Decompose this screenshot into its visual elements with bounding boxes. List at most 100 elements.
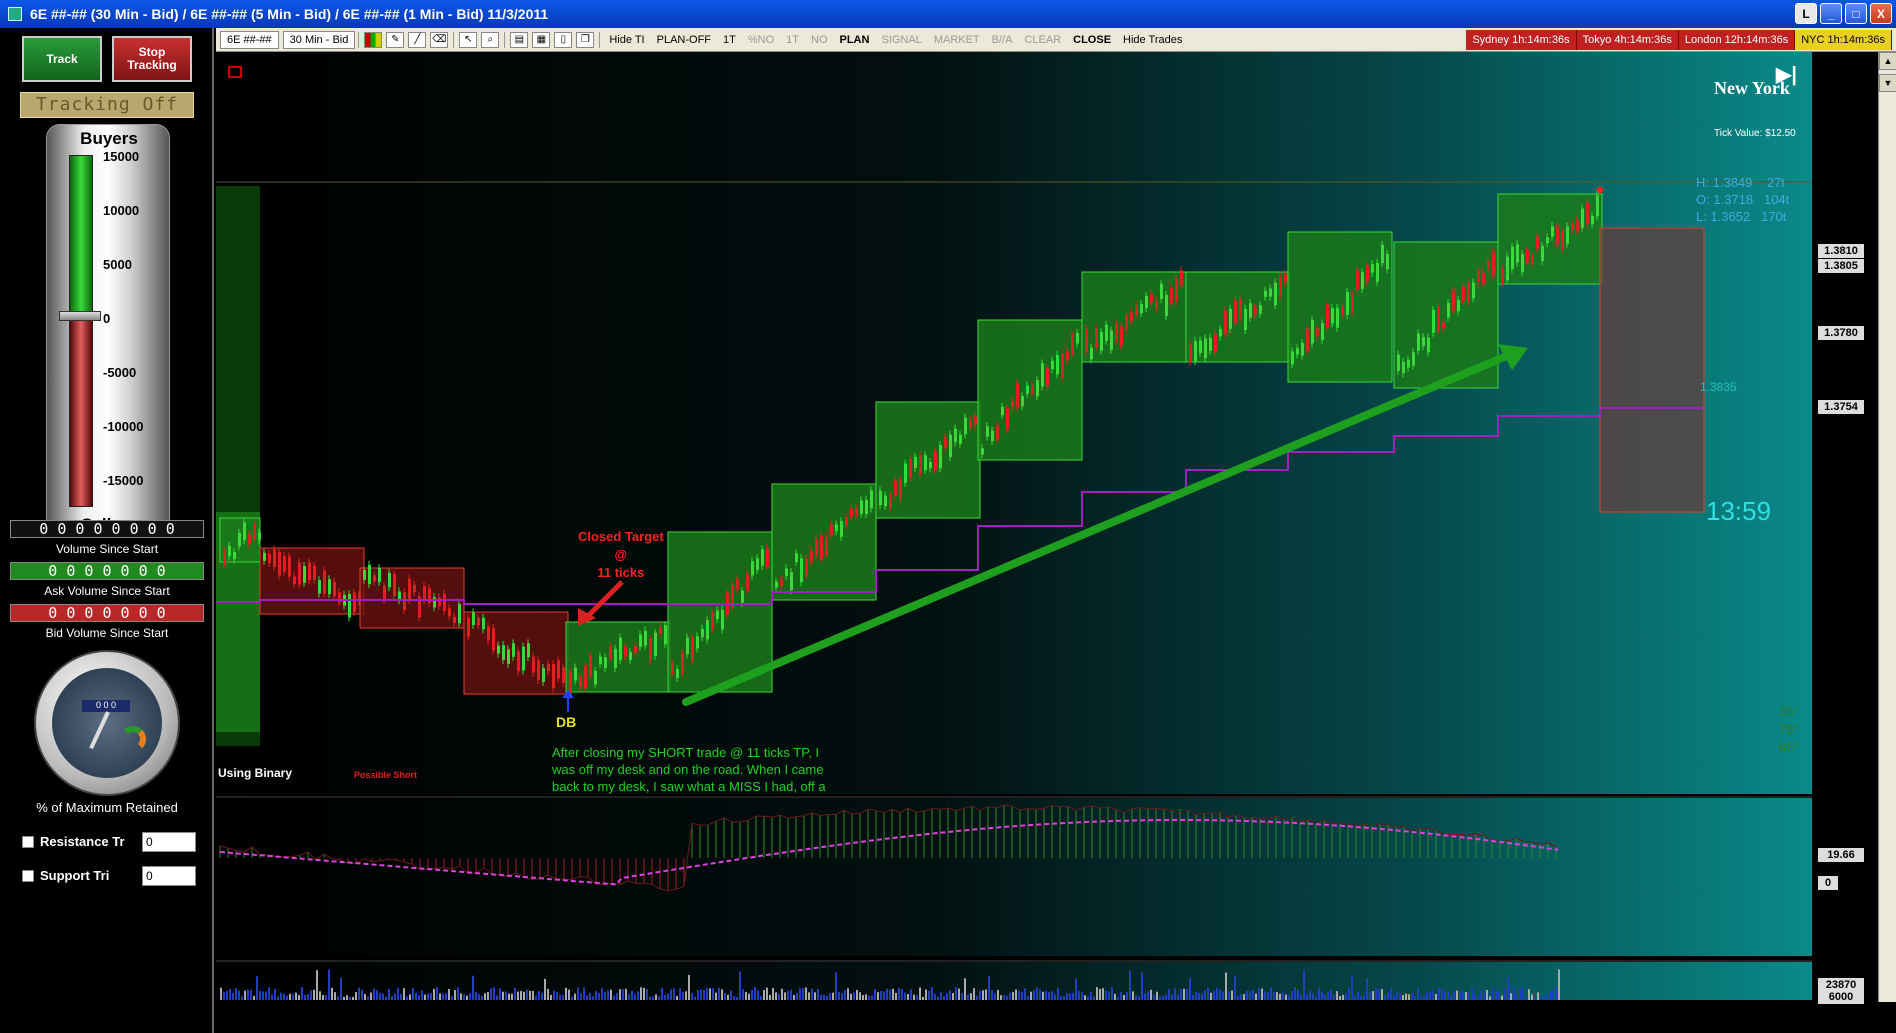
- volume-bar: [937, 996, 939, 1000]
- volume-bar: [1282, 992, 1284, 1000]
- toolbar-command[interactable]: CLOSE: [1067, 30, 1117, 50]
- candle-body: [1105, 324, 1108, 341]
- chart-layout-icon[interactable]: ▤: [510, 31, 529, 48]
- toolbar-command[interactable]: 1T: [717, 30, 742, 50]
- volume-bar: [1003, 995, 1005, 1000]
- volume-bar: [616, 993, 618, 1000]
- volume-bar: [391, 996, 393, 1000]
- candle-body: [353, 592, 356, 613]
- support-trendline-toggle[interactable]: Support Tri: [22, 868, 109, 883]
- chart-copy-icon[interactable]: ❐: [576, 31, 595, 48]
- toolbar-command[interactable]: PLAN-OFF: [651, 30, 717, 50]
- eraser-icon[interactable]: ⌫: [430, 31, 449, 48]
- target-arrow: [584, 580, 624, 620]
- volume-bar: [1348, 987, 1350, 1000]
- candle-body: [1110, 330, 1113, 350]
- price-chart[interactable]: ▶| New York Tick Value: $12.50 H: 1.3849…: [216, 52, 1812, 811]
- bar-style-icon[interactable]: [364, 31, 383, 48]
- candle-body: [1100, 332, 1103, 351]
- chart-marker-icon[interactable]: [228, 66, 242, 78]
- volume-bar: [310, 990, 312, 1000]
- volume-bar: [1402, 995, 1404, 1000]
- volume-bar: [1132, 991, 1134, 1000]
- scroll-down-icon[interactable]: ▼: [1879, 74, 1896, 92]
- stop-tracking-button[interactable]: Stop Tracking: [112, 36, 192, 82]
- toolbar-command[interactable]: B//A: [986, 30, 1019, 50]
- volume-bar: [682, 991, 684, 1000]
- volume-bar: [1495, 991, 1497, 1000]
- volume-bar: [325, 995, 327, 1000]
- volume-bar: [742, 989, 744, 1000]
- toolbar-command[interactable]: MARKET: [928, 30, 986, 50]
- volume-bar: [763, 989, 765, 1000]
- candle-body: [1326, 305, 1329, 328]
- instrument-select[interactable]: 6E ##-##: [220, 30, 279, 49]
- candle-body: [1051, 360, 1054, 369]
- volume-canvas: [220, 969, 1560, 1000]
- volume-bar: [1111, 987, 1113, 1000]
- resistance-checkbox[interactable]: [22, 835, 34, 848]
- minimize-button[interactable]: _: [1820, 3, 1842, 24]
- candle-body: [1279, 276, 1282, 297]
- volume-bar: [337, 996, 339, 1000]
- support-input[interactable]: 0: [142, 866, 196, 886]
- gauge-slider[interactable]: [59, 311, 101, 321]
- volume-bar: [601, 987, 603, 1000]
- volume-bar: [1360, 996, 1362, 1000]
- toolbar-command[interactable]: NO: [805, 30, 834, 50]
- toolbar-command[interactable]: Hide Trades: [1117, 30, 1188, 50]
- candle-body: [1501, 269, 1504, 285]
- volume-bar: [970, 993, 972, 1000]
- toolbar-command[interactable]: CLEAR: [1018, 30, 1067, 50]
- toolbar-command[interactable]: Hide TI: [603, 30, 650, 50]
- scroll-up-icon[interactable]: ▲: [1879, 52, 1896, 70]
- toolbar-command[interactable]: PLAN: [834, 30, 876, 50]
- candle-body: [664, 625, 667, 645]
- vertical-scrollbar[interactable]: ▲ ▼: [1878, 52, 1896, 1002]
- chart-grid-icon[interactable]: ▦: [532, 31, 551, 48]
- track-button[interactable]: Track: [22, 36, 102, 82]
- oscillator-pane[interactable]: [216, 796, 1812, 956]
- draw-line-icon[interactable]: ╱: [408, 31, 427, 48]
- candle-body: [1016, 383, 1019, 408]
- volume-bar: [691, 992, 693, 1000]
- resistance-trendline-toggle[interactable]: Resistance Tr: [22, 834, 125, 849]
- candle-body: [800, 558, 803, 583]
- volume-bar: [577, 987, 579, 1000]
- volume-bar: [925, 989, 927, 1000]
- pointer-icon[interactable]: ↖: [459, 31, 478, 48]
- volume-bar: [235, 988, 237, 1000]
- candle-body: [1467, 282, 1470, 303]
- lock-button[interactable]: L: [1795, 3, 1817, 24]
- toolbar-command[interactable]: %NO: [742, 30, 780, 50]
- maximize-button[interactable]: □: [1845, 3, 1867, 24]
- candle-body: [1234, 300, 1237, 324]
- timeframe-select[interactable]: 30 Min - Bid: [282, 30, 356, 49]
- volume-bar: [1342, 994, 1344, 1000]
- volume-bar: [1183, 988, 1185, 1000]
- volume-bar: [697, 990, 699, 1000]
- resistance-input[interactable]: 0: [142, 832, 196, 852]
- candle-body: [1066, 351, 1069, 361]
- candle-body: [373, 575, 376, 582]
- toolbar-command[interactable]: SIGNAL: [875, 30, 927, 50]
- toolbar-command[interactable]: 1T: [780, 30, 805, 50]
- zoom-icon[interactable]: ⌕: [481, 31, 500, 48]
- candle-body: [542, 668, 545, 682]
- gauge-buyers-label: Buyers: [80, 129, 138, 148]
- forecast-box: [1599, 227, 1705, 513]
- candle-body: [487, 626, 490, 641]
- volume-bar: [1231, 990, 1233, 1000]
- candle-body: [492, 628, 495, 651]
- pencil-icon[interactable]: ✎: [386, 31, 405, 48]
- close-button[interactable]: X: [1870, 3, 1892, 24]
- window-title: 6E ##-## (30 Min - Bid) / 6E ##-## (5 Mi…: [30, 6, 549, 22]
- candle-body: [1291, 351, 1294, 365]
- oscillator-value-label: 19.66: [1818, 848, 1864, 862]
- volume-bar: [718, 987, 720, 1000]
- support-checkbox[interactable]: [22, 869, 34, 882]
- volume-bar: [1093, 996, 1095, 1000]
- volume-pane[interactable]: [216, 960, 1812, 1000]
- volume-bar: [793, 995, 795, 1000]
- chart-page-icon[interactable]: ▯: [554, 31, 573, 48]
